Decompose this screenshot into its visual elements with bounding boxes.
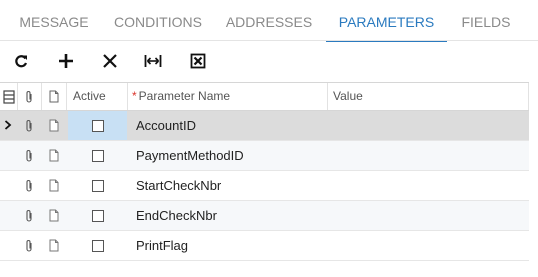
column-separator [127, 83, 128, 110]
active-checkbox[interactable] [92, 210, 104, 222]
delete-button[interactable] [97, 48, 123, 74]
table-row[interactable]: StartCheckNbr [0, 171, 529, 201]
notes-header-icon [49, 90, 59, 104]
tab-addresses[interactable]: ADDRESSES [218, 0, 320, 40]
parameters-grid: Active * Parameter Name Value AccountID P… [0, 82, 529, 261]
attachment-icon[interactable] [24, 149, 34, 163]
attachment-icon[interactable] [24, 209, 34, 223]
tab-divider [0, 40, 538, 41]
grid-header: Active * Parameter Name Value [0, 82, 529, 111]
attachments-header-icon [24, 90, 34, 104]
table-row[interactable]: EndCheckNbr [0, 201, 529, 231]
column-header-parameter-name[interactable]: * Parameter Name [132, 83, 230, 110]
parameter-name-cell[interactable]: EndCheckNbr [136, 201, 217, 230]
column-header-value[interactable]: Value [333, 83, 363, 110]
refresh-button[interactable] [8, 48, 34, 74]
active-checkbox[interactable] [92, 150, 104, 162]
fit-columns-button[interactable] [140, 48, 166, 74]
table-row[interactable]: AccountID [0, 111, 529, 141]
grid-toolbar [0, 42, 538, 80]
note-icon[interactable] [49, 119, 59, 132]
column-separator [66, 83, 67, 110]
tab-fields[interactable]: FIELDS [452, 0, 520, 40]
active-checkbox[interactable] [92, 240, 104, 252]
note-icon[interactable] [49, 209, 59, 222]
tab-message[interactable]: MESSAGE [9, 0, 99, 40]
table-row[interactable]: PaymentMethodID [0, 141, 529, 171]
attachment-icon[interactable] [24, 239, 34, 253]
column-header-parameter-name-label: Parameter Name [138, 89, 231, 103]
row-settings-icon[interactable] [3, 90, 15, 104]
note-icon[interactable] [49, 149, 59, 162]
active-checkbox[interactable] [92, 180, 104, 192]
row-selector-arrow-icon [4, 120, 12, 130]
column-header-active[interactable]: Active [73, 83, 106, 110]
required-marker: * [132, 89, 137, 103]
column-separator [17, 83, 18, 110]
active-checkbox[interactable] [92, 120, 104, 132]
attachment-icon[interactable] [24, 119, 34, 133]
column-separator [327, 83, 328, 110]
add-icon [59, 54, 73, 68]
refresh-icon [15, 55, 28, 68]
add-button[interactable] [53, 48, 79, 74]
parameter-name-cell[interactable]: PaymentMethodID [136, 141, 244, 170]
column-separator [41, 83, 42, 110]
tab-parameters[interactable]: PARAMETERS [326, 0, 447, 42]
tab-conditions[interactable]: CONDITIONS [108, 0, 208, 40]
tab-bar: MESSAGE CONDITIONS ADDRESSES PARAMETERS … [0, 0, 538, 42]
export-excel-icon [190, 53, 206, 69]
attachment-icon[interactable] [24, 179, 34, 193]
parameter-name-cell[interactable]: PrintFlag [136, 231, 188, 260]
column-separator [528, 83, 529, 110]
export-excel-button[interactable] [185, 48, 211, 74]
table-row[interactable]: PrintFlag [0, 231, 529, 261]
delete-icon [103, 54, 117, 68]
fit-columns-icon [144, 55, 162, 67]
note-icon[interactable] [49, 239, 59, 252]
note-icon[interactable] [49, 179, 59, 192]
parameter-name-cell[interactable]: StartCheckNbr [136, 171, 221, 200]
parameter-name-cell[interactable]: AccountID [136, 111, 196, 140]
